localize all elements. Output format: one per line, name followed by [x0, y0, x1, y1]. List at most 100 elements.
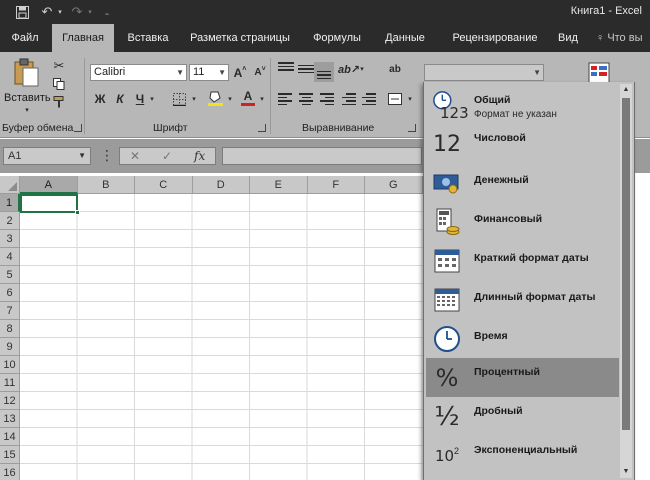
paste-button[interactable]: [12, 58, 42, 88]
format-time[interactable]: Время: [426, 319, 619, 358]
align-left-icon[interactable]: [278, 92, 294, 106]
row-header-14[interactable]: 14: [0, 428, 20, 446]
tab-formulas[interactable]: Формулы: [308, 24, 366, 52]
format-painter-icon[interactable]: [50, 94, 68, 110]
paste-label[interactable]: Вставить: [4, 92, 51, 104]
borders-icon[interactable]: [170, 90, 188, 108]
align-right-icon[interactable]: [318, 92, 334, 106]
decrease-indent-icon[interactable]: [340, 92, 356, 106]
align-center-icon[interactable]: [298, 92, 314, 106]
align-top-icon[interactable]: [278, 62, 294, 76]
fill-handle[interactable]: [75, 210, 80, 215]
tab-review[interactable]: Рецензирование: [446, 24, 544, 52]
font-color-icon[interactable]: A: [240, 88, 256, 108]
align-bottom-icon[interactable]: [314, 62, 334, 82]
formula-input[interactable]: [222, 147, 422, 165]
column-header-f[interactable]: F: [307, 176, 365, 194]
format-number[interactable]: 12 Числовой: [426, 124, 619, 163]
underline-button[interactable]: Ч: [132, 90, 148, 108]
column-header-c[interactable]: C: [135, 176, 193, 194]
orientation-dropdown-icon[interactable]: ▾: [358, 64, 366, 74]
column-header-a[interactable]: A: [20, 176, 78, 194]
insert-function-icon[interactable]: fx: [194, 148, 205, 164]
format-scientific[interactable]: 10 2 Экспоненциальный: [426, 436, 619, 475]
row-header-11[interactable]: 11: [0, 374, 20, 392]
merge-dropdown-icon[interactable]: ▾: [406, 94, 414, 104]
increase-indent-icon[interactable]: [360, 92, 376, 106]
tell-me-box[interactable]: ♀ Что вы: [596, 24, 650, 52]
tab-view[interactable]: Вид: [554, 24, 582, 52]
font-color-dropdown-icon[interactable]: ▾: [258, 94, 266, 104]
format-fraction[interactable]: ½ Дробный: [426, 397, 619, 436]
fill-color-dropdown-icon[interactable]: ▾: [226, 94, 234, 104]
alignment-launcher-icon[interactable]: [408, 124, 416, 132]
tab-home[interactable]: Главная: [52, 24, 114, 52]
tab-file[interactable]: Файл: [4, 24, 46, 52]
row-header-12[interactable]: 12: [0, 392, 20, 410]
clipboard-launcher-icon[interactable]: [74, 124, 82, 132]
enter-icon[interactable]: ✓: [162, 148, 172, 164]
cell-grid[interactable]: [20, 194, 440, 480]
row-header-13[interactable]: 13: [0, 410, 20, 428]
cut-icon[interactable]: ✂: [50, 58, 68, 74]
wrap-text-icon[interactable]: ab: [386, 60, 404, 78]
redo-icon[interactable]: ↷: [70, 4, 84, 20]
name-box[interactable]: A1 ▼: [3, 147, 91, 165]
bold-button[interactable]: Ж: [92, 90, 108, 108]
format-accounting[interactable]: Финансовый: [426, 202, 619, 241]
row-header-16[interactable]: 16: [0, 464, 20, 480]
italic-button[interactable]: К: [112, 90, 128, 108]
formula-bar-grip-icon[interactable]: ⋮: [100, 148, 114, 162]
row-header-5[interactable]: 5: [0, 266, 20, 284]
shrink-font-button[interactable]: A ˅: [252, 64, 268, 81]
format-long-date[interactable]: Длинный формат даты: [426, 280, 619, 319]
format-currency[interactable]: Денежный: [426, 163, 619, 202]
underline-dropdown-icon[interactable]: ▾: [148, 94, 156, 104]
undo-icon[interactable]: ↶: [40, 4, 54, 20]
row-header-10[interactable]: 10: [0, 356, 20, 374]
tab-insert[interactable]: Вставка: [122, 24, 174, 52]
font-size-combo[interactable]: 11 ▼: [189, 64, 229, 81]
format-percentage[interactable]: % Процентный: [426, 358, 619, 397]
cancel-icon[interactable]: ✕: [130, 148, 140, 164]
redo-dropdown-icon[interactable]: ▾: [86, 4, 94, 20]
save-icon[interactable]: [14, 4, 30, 20]
active-cell-a1[interactable]: [20, 194, 80, 215]
group-alignment-label: Выравнивание: [302, 122, 375, 134]
orientation-icon[interactable]: ab↗: [338, 60, 360, 78]
column-header-g[interactable]: G: [365, 176, 423, 194]
tab-page-layout[interactable]: Разметка страницы: [186, 24, 294, 52]
fill-color-icon[interactable]: [206, 88, 224, 108]
format-general[interactable]: 123 Общий Формат не указан: [426, 85, 619, 124]
merge-center-icon[interactable]: [386, 90, 404, 108]
font-launcher-icon[interactable]: [258, 124, 266, 132]
scroll-up-icon[interactable]: ▲: [620, 84, 632, 96]
grow-font-button[interactable]: A ˄: [232, 64, 248, 81]
align-middle-icon[interactable]: [298, 62, 314, 76]
row-header-7[interactable]: 7: [0, 302, 20, 320]
row-header-9[interactable]: 9: [0, 338, 20, 356]
row-header-4[interactable]: 4: [0, 248, 20, 266]
borders-dropdown-icon[interactable]: ▾: [190, 94, 198, 104]
customize-toolbar-icon[interactable]: ₌: [102, 4, 112, 20]
number-format-combo[interactable]: ▼: [424, 64, 544, 81]
row-header-8[interactable]: 8: [0, 320, 20, 338]
column-header-d[interactable]: D: [192, 176, 250, 194]
tab-data[interactable]: Данные: [382, 24, 428, 52]
row-header-6[interactable]: 6: [0, 284, 20, 302]
undo-dropdown-icon[interactable]: ▾: [56, 4, 64, 20]
row-header-15[interactable]: 15: [0, 446, 20, 464]
copy-icon[interactable]: [50, 76, 68, 92]
select-all-button[interactable]: [0, 176, 20, 194]
format-short-date[interactable]: Краткий формат даты: [426, 241, 619, 280]
row-header-2[interactable]: 2: [0, 212, 20, 230]
scroll-down-icon[interactable]: ▼: [620, 466, 632, 478]
column-header-e[interactable]: E: [250, 176, 308, 194]
row-header-1[interactable]: 1: [0, 194, 20, 212]
column-header-b[interactable]: B: [77, 176, 135, 194]
dropdown-scrollbar[interactable]: ▲ ▼: [620, 84, 632, 478]
font-name-combo[interactable]: Calibri ▼: [90, 64, 187, 81]
paste-dropdown-icon[interactable]: ▾: [22, 106, 32, 114]
row-header-3[interactable]: 3: [0, 230, 20, 248]
scroll-thumb[interactable]: [622, 98, 630, 430]
